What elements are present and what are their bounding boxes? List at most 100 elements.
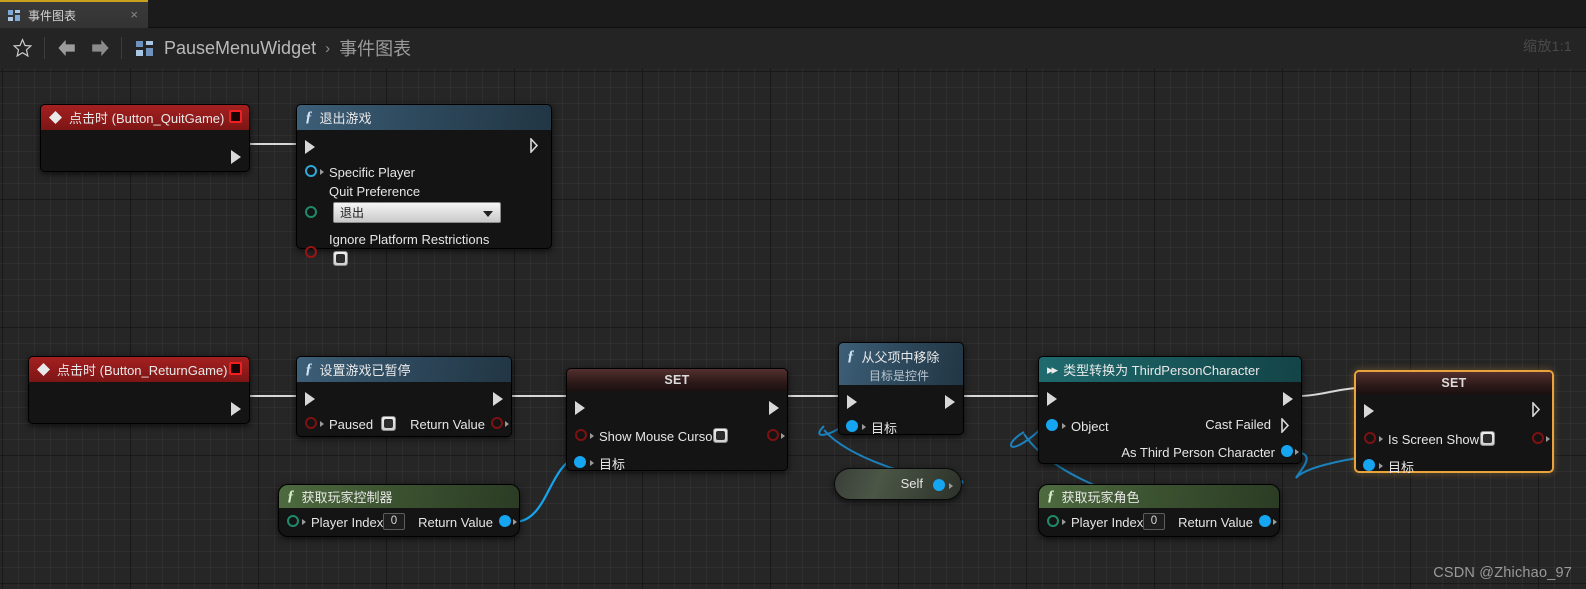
breadcrumb-item-blueprint[interactable]: PauseMenuWidget — [164, 38, 316, 59]
return-value-pin[interactable] — [491, 417, 503, 429]
show-mouse-cursor-pin[interactable] — [575, 429, 587, 441]
node-cast-to-third-person-character[interactable]: ▸▸ 类型转换为 ThirdPersonCharacter Object Cas… — [1038, 356, 1302, 464]
exec-output-pin[interactable] — [231, 150, 241, 164]
pin-row-is-screen-show: Is Screen Show — [1356, 424, 1552, 454]
node-event-on-clicked-return[interactable]: 点击时 (Button_ReturnGame) — [28, 356, 250, 424]
is-screen-show-checkbox[interactable] — [1480, 431, 1495, 446]
quit-preference-dropdown[interactable]: 退出 — [333, 202, 501, 223]
function-f-icon: ƒ — [847, 347, 855, 364]
cast-arrow-icon: ▸▸ — [1047, 361, 1058, 377]
object-pin[interactable] — [1046, 419, 1058, 431]
player-index-field[interactable]: 0 — [1143, 513, 1165, 530]
self-label: Self — [900, 476, 923, 491]
breadcrumb-item-graph[interactable]: 事件图表 — [339, 35, 411, 61]
player-index-pin[interactable] — [287, 515, 299, 527]
exec-input-pin[interactable] — [305, 392, 315, 406]
exec-input-pin[interactable] — [305, 140, 315, 154]
pin-row-target: 目标 — [567, 451, 787, 475]
return-value-pin[interactable] — [1259, 515, 1271, 527]
quit-preference-pin[interactable] — [305, 206, 317, 218]
forward-button[interactable] — [83, 32, 115, 64]
pin-arrow-icon — [320, 169, 324, 175]
node-get-player-controller[interactable]: ƒ 获取玩家控制器 Player Index 0 Return Value — [278, 484, 520, 537]
pin-arrow-icon — [949, 483, 953, 489]
event-diamond-icon — [49, 111, 62, 124]
pin-row-show-mouse-cursor: Show Mouse Cursor — [567, 421, 787, 451]
exec-output-pin[interactable] — [231, 402, 241, 416]
ignore-platform-pin[interactable] — [305, 246, 317, 258]
pin-label: Return Value — [1178, 514, 1253, 530]
paused-checkbox[interactable] — [381, 416, 396, 431]
node-self[interactable]: Self — [834, 468, 962, 500]
node-set-show-mouse-cursor[interactable]: SET Show Mouse Cursor 目标 — [566, 368, 788, 472]
self-pin[interactable] — [933, 479, 945, 491]
target-pin[interactable] — [1363, 459, 1375, 471]
node-set-game-paused[interactable]: ƒ 设置游戏已暂停 Paused Return Value — [296, 356, 512, 437]
exec-input-pin[interactable] — [847, 395, 857, 409]
exec-input-pin[interactable] — [1047, 392, 1057, 406]
node-body: 目标 — [839, 385, 963, 436]
show-mouse-cursor-output-pin[interactable] — [767, 429, 779, 441]
node-get-player-character[interactable]: ƒ 获取玩家角色 Player Index 0 Return Value — [1038, 484, 1280, 537]
arrow-right-icon — [91, 39, 109, 57]
node-body: Player Index 0 Return Value — [279, 508, 519, 536]
exec-output-pin[interactable] — [530, 138, 541, 153]
player-index-field[interactable]: 0 — [383, 513, 405, 530]
pin-label: As Third Person Character — [1121, 444, 1275, 460]
pin-arrow-icon — [1062, 519, 1066, 525]
exec-row — [567, 395, 787, 421]
pin-arrow-icon — [505, 421, 509, 427]
pin-arrow-icon — [513, 519, 517, 525]
exec-output-pin[interactable] — [1283, 392, 1293, 406]
node-header: ▸▸ 类型转换为 ThirdPersonCharacter — [1039, 357, 1301, 382]
exec-input-pin[interactable] — [575, 401, 585, 415]
specific-player-pin[interactable] — [305, 165, 317, 177]
pin-row-target: 目标 — [839, 415, 963, 439]
ignore-platform-checkbox[interactable] — [333, 251, 348, 266]
pin-label: Return Value — [418, 514, 493, 530]
blueprint-graph-icon — [8, 9, 21, 21]
red-square-icon — [229, 362, 242, 375]
cast-failed-exec-pin[interactable] — [1281, 418, 1292, 433]
zoom-level-label: 缩放1:1 — [1523, 38, 1572, 54]
is-screen-show-output-pin[interactable] — [1532, 432, 1544, 444]
is-screen-show-pin[interactable] — [1364, 432, 1376, 444]
node-header: SET — [567, 369, 787, 391]
exec-row — [1039, 386, 1301, 412]
blueprint-graph-canvas[interactable]: 点击时 (Button_QuitGame) ƒ 退出游戏 Specific Pl… — [0, 68, 1586, 589]
node-event-on-clicked-quit[interactable]: 点击时 (Button_QuitGame) — [40, 104, 250, 172]
tab-event-graph[interactable]: 事件图表 × — [0, 0, 148, 28]
pin-arrow-icon — [1295, 449, 1299, 455]
target-pin[interactable] — [574, 456, 586, 468]
back-button[interactable] — [51, 32, 83, 64]
pin-label: Quit Preference — [329, 184, 421, 199]
exec-output-pin[interactable] — [769, 401, 779, 415]
node-remove-from-parent[interactable]: ƒ 从父项中移除 目标是控件 目标 — [838, 342, 964, 436]
node-quit-game[interactable]: ƒ 退出游戏 Specific Player Quit Preference 退… — [296, 104, 552, 266]
node-set-is-screen-show[interactable]: SET Is Screen Show 目标 — [1354, 370, 1554, 475]
as-third-person-character-pin[interactable] — [1281, 445, 1293, 457]
node-title: 获取玩家控制器 — [301, 490, 393, 505]
node-header: 点击时 (Button_ReturnGame) — [29, 357, 249, 382]
player-index-pin[interactable] — [1047, 515, 1059, 527]
show-mouse-cursor-checkbox[interactable] — [713, 428, 728, 443]
return-value-pin[interactable] — [499, 515, 511, 527]
pin-row-player-index: Player Index 0 Return Value — [1039, 510, 1279, 534]
node-body — [41, 130, 249, 171]
close-icon[interactable]: × — [130, 8, 138, 22]
dropdown-value: 退出 — [340, 206, 365, 220]
paused-pin[interactable] — [305, 417, 317, 429]
node-body: Is Screen Show 目标 — [1356, 394, 1552, 475]
node-title: 点击时 (Button_QuitGame) — [69, 111, 225, 126]
exec-output-pin[interactable] — [945, 395, 955, 409]
function-f-icon: ƒ — [305, 109, 313, 125]
exec-output-pin[interactable] — [493, 392, 503, 406]
favorite-button[interactable] — [6, 32, 38, 64]
exec-input-pin[interactable] — [1364, 404, 1374, 418]
pin-arrow-icon — [862, 424, 866, 430]
exec-output-pin[interactable] — [1532, 402, 1543, 417]
toolbar-divider-2 — [121, 37, 122, 59]
target-pin[interactable] — [846, 420, 858, 432]
exec-row — [297, 386, 511, 412]
pin-label: 目标 — [871, 420, 898, 436]
